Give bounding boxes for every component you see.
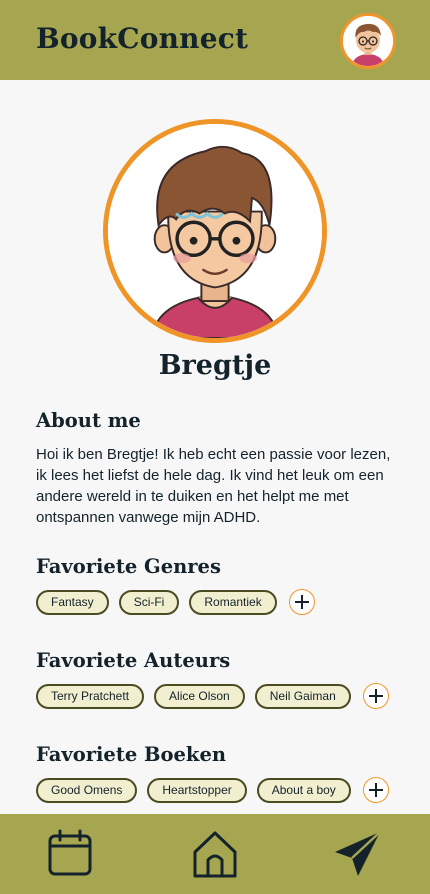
send-nav-button[interactable] [332,828,384,880]
book-chip[interactable]: About a boy [256,777,351,803]
home-nav-button[interactable] [189,828,241,880]
authors-title: Favoriete Auteurs [36,649,231,672]
book-chip[interactable]: Heartstopper [147,777,247,803]
books-chip-row: Good Omens Heartstopper About a boy [36,777,389,803]
author-chip[interactable]: Terry Pratchett [36,683,145,709]
about-text: Hoi ik ben Bregtje! Ik heb echt een pass… [36,446,391,526]
genres-title: Favoriete Genres [36,555,221,578]
profile-avatar-large [103,119,327,343]
profile-name: Bregtje [158,350,272,381]
author-chip[interactable]: Neil Gaiman [254,683,351,709]
calendar-nav-button[interactable] [44,828,96,880]
add-author-button[interactable] [362,683,389,709]
book-chip[interactable]: Good Omens [36,777,138,803]
authors-chip-row: Terry Pratchett Alice Olson Neil Gaiman [36,683,389,709]
genre-chip[interactable]: Sci-Fi [118,589,180,615]
genres-chip-row: Fantasy Sci-Fi Romantiek [36,589,315,615]
profile-avatar-button[interactable] [340,13,396,69]
home-icon [193,831,237,878]
books-title: Favoriete Boeken [36,743,227,766]
author-chip[interactable]: Alice Olson [154,683,245,709]
avatar-illustration [343,16,393,66]
bottom-nav [0,814,430,894]
genre-chip[interactable]: Romantiek [189,589,277,615]
send-icon [335,831,381,876]
about-title: About me [36,409,141,432]
add-genre-button[interactable] [288,589,315,615]
add-book-button[interactable] [362,777,389,803]
avatar-illustration-large [108,124,322,338]
calendar-icon [48,829,92,876]
genre-chip[interactable]: Fantasy [36,589,109,615]
app-title: BookConnect [36,22,249,55]
top-bar: BookConnect [0,0,430,80]
